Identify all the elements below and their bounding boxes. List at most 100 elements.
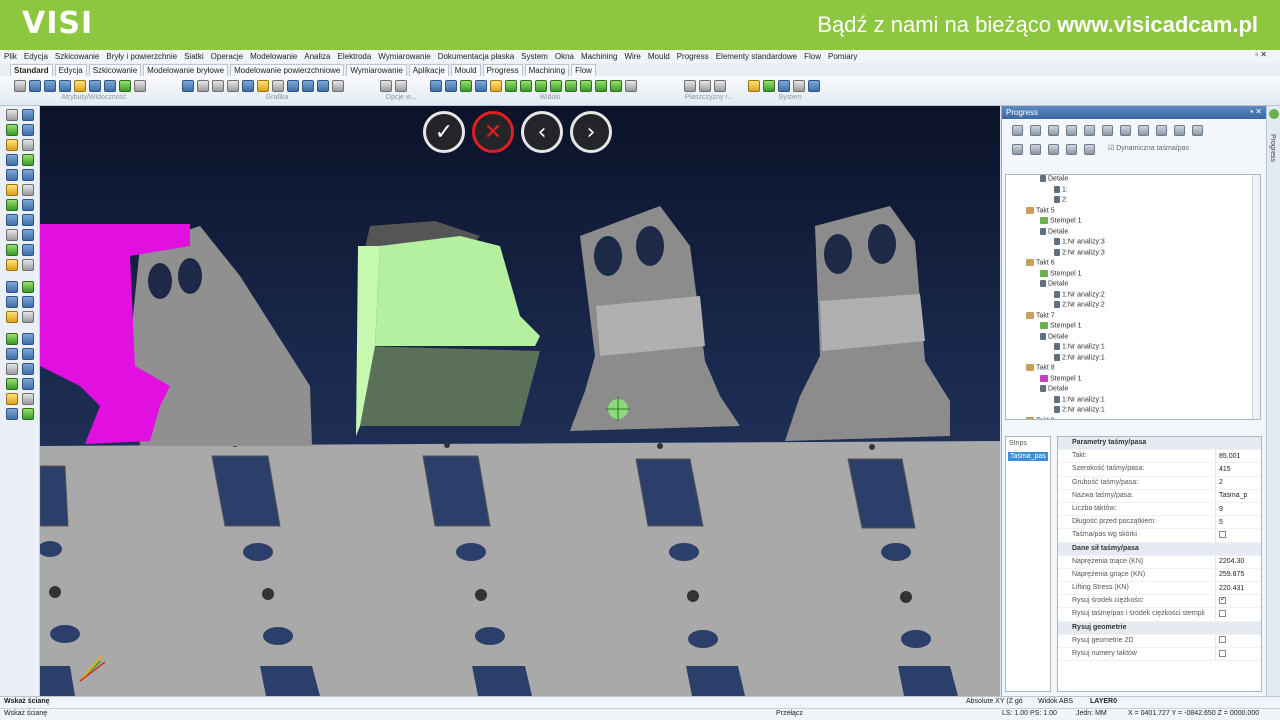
property-value[interactable]: 2204.30 (1216, 558, 1244, 565)
ribbon-tab[interactable]: Modelowanie bryłowe (143, 64, 229, 76)
palette-tool-icon[interactable] (6, 184, 18, 196)
menu-item[interactable]: System (521, 52, 548, 61)
palette-tool-icon[interactable] (6, 408, 18, 420)
tools-icon[interactable] (793, 80, 805, 92)
tree-node[interactable]: Takt 5 (1006, 206, 1260, 218)
progress-dock-label[interactable]: Progress (1269, 134, 1276, 162)
palette-tool-icon[interactable] (6, 393, 18, 405)
highlight-icon[interactable] (74, 80, 86, 92)
3d-viewport[interactable]: ✓ ✕ ‹ › (40, 106, 1000, 696)
previous-button[interactable]: ‹ (521, 111, 563, 153)
menu-item[interactable]: Siatki (184, 52, 204, 61)
wireframe-icon[interactable] (197, 80, 209, 92)
palette-tool-icon[interactable] (6, 378, 18, 390)
tree-node[interactable]: 2:Nr analizy:3 (1006, 248, 1260, 260)
strip-tool5-icon[interactable] (1084, 144, 1095, 155)
property-value[interactable]: 220.431 (1216, 585, 1244, 592)
strip-tool3-icon[interactable] (1048, 144, 1059, 155)
plane-icon[interactable] (684, 80, 696, 92)
strip-bend-icon[interactable] (1066, 125, 1077, 136)
window-controls[interactable]: ▫ ✕ (1255, 50, 1267, 59)
menu-item[interactable]: Plik (4, 52, 17, 61)
lighting-icon[interactable] (317, 80, 329, 92)
dynamic-strip-checkbox[interactable]: ☑ Dynamiczna taśma/pas (1108, 144, 1189, 155)
ribbon-tab[interactable]: Mould (450, 64, 481, 76)
tree-node[interactable]: 2: (1006, 196, 1260, 207)
menu-item[interactable]: Wymiarowanie (378, 52, 430, 61)
tree-node[interactable]: 1:Nr analizy:2 (1006, 290, 1260, 302)
palette-tool-icon[interactable] (6, 199, 18, 211)
menu-item[interactable]: Machining (581, 52, 617, 61)
palette-tool-icon[interactable] (22, 169, 34, 181)
cancel-button[interactable]: ✕ (472, 111, 514, 153)
palette-tool-icon[interactable] (6, 296, 18, 308)
palette-tool-icon[interactable] (22, 393, 34, 405)
panel-close-icon[interactable]: ▪ ✕ (1250, 107, 1262, 116)
palette-tool-icon[interactable] (6, 139, 18, 151)
property-value[interactable]: 9 (1216, 506, 1223, 513)
strip-tool2-icon[interactable] (1030, 144, 1041, 155)
view-left-icon[interactable] (565, 80, 577, 92)
palette-tool-icon[interactable] (6, 259, 18, 271)
cube-icon[interactable] (808, 80, 820, 92)
tree-node[interactable]: Takt 9 (1006, 416, 1260, 419)
tree-node[interactable]: 2:Nr analizy:1 (1006, 406, 1260, 417)
menu-item[interactable]: Okna (555, 52, 574, 61)
view-iso2-icon[interactable] (595, 80, 607, 92)
view-back-icon[interactable] (535, 80, 547, 92)
menu-item[interactable]: Szkicowanie (55, 52, 99, 61)
coordinate-system[interactable]: Absolute XY (Z gó (966, 698, 1023, 705)
visibility-icon[interactable] (59, 80, 71, 92)
palette-tool-icon[interactable] (22, 199, 34, 211)
tree-node[interactable]: Stempel 1 (1006, 269, 1260, 281)
palette-tool-icon[interactable] (22, 333, 34, 345)
tree-node[interactable]: Stempel 1 (1006, 374, 1260, 386)
strip-delete-icon[interactable] (1138, 125, 1149, 136)
property-value[interactable]: Taśma_p (1216, 492, 1247, 499)
redraw-icon[interactable] (182, 80, 194, 92)
menu-item[interactable]: Bryły i powierzchnie (106, 52, 177, 61)
strip-open-icon[interactable] (1030, 125, 1041, 136)
pan-icon[interactable] (445, 80, 457, 92)
progress-tree[interactable]: Detale 1: 2: Takt 5 Stempel 1 Detale 1:Nr anal… (1005, 174, 1261, 420)
ribbon-tab[interactable]: Edycja (54, 64, 87, 76)
strip-unfold-icon[interactable] (1048, 125, 1059, 136)
view-front-icon[interactable] (490, 80, 502, 92)
tree-node[interactable]: 2:Nr analizy:2 (1006, 301, 1260, 312)
menu-item[interactable]: Mould (648, 52, 670, 61)
palette-tool-icon[interactable] (22, 348, 34, 360)
tree-node[interactable]: Detale (1006, 175, 1260, 186)
menu-item[interactable]: Modelowanie (250, 52, 297, 61)
palette-tool-icon[interactable] (22, 229, 34, 241)
palette-tool-icon[interactable] (6, 333, 18, 345)
globe-icon[interactable] (778, 80, 790, 92)
palette-tool-icon[interactable] (6, 311, 18, 323)
rotate-icon[interactable] (460, 80, 472, 92)
group-icon[interactable] (119, 80, 131, 92)
show-icon[interactable] (104, 80, 116, 92)
property-checkbox[interactable] (1219, 636, 1226, 644)
menu-item[interactable]: Elementy standardowe (716, 52, 797, 61)
menu-item[interactable]: Flow (804, 52, 821, 61)
palette-tool-icon[interactable] (22, 154, 34, 166)
tree-node[interactable]: 1:Nr analizy:1 (1006, 343, 1260, 354)
shaded-edges-icon[interactable] (242, 80, 254, 92)
view-iso3-icon[interactable] (610, 80, 622, 92)
palette-tool-icon[interactable] (6, 244, 18, 256)
plane3-icon[interactable] (714, 80, 726, 92)
palette-tool-icon[interactable] (6, 348, 18, 360)
palette-tool-icon[interactable] (6, 154, 18, 166)
palette-tool-icon[interactable] (6, 214, 18, 226)
strip-settings-icon[interactable] (1192, 125, 1203, 136)
palette-tool-icon[interactable] (6, 124, 18, 136)
palette-tool-icon[interactable] (6, 281, 18, 293)
attributes-icon[interactable] (14, 80, 26, 92)
property-section[interactable]: Dane sił taśmy/pasa (1058, 542, 1261, 556)
menu-item[interactable]: Pomiary (828, 52, 857, 61)
ribbon-tab[interactable]: Aplikacje (408, 64, 449, 76)
view-name[interactable]: Widok ABS (1038, 698, 1073, 705)
tree-node[interactable]: Stempel 1 (1006, 217, 1260, 228)
menu-item[interactable]: Edycja (24, 52, 48, 61)
palette-tool-icon[interactable] (22, 184, 34, 196)
palette-tool-icon[interactable] (22, 259, 34, 271)
